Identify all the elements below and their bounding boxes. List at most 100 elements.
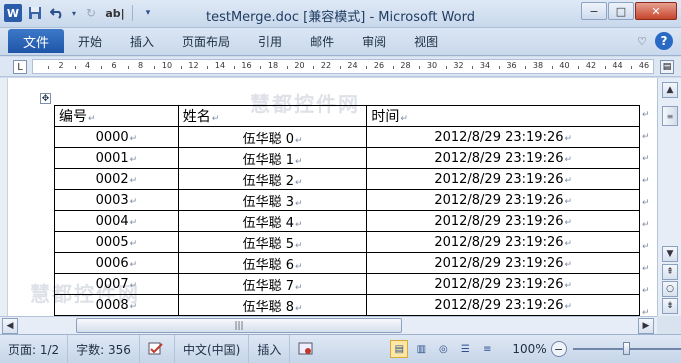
help-icon[interactable]: ? — [655, 32, 673, 50]
cell-name[interactable]: 伍华聪 1↵ — [177, 147, 368, 169]
tab-references[interactable]: 引用 — [244, 29, 296, 53]
cell-time[interactable]: 2012/8/29 23:19:26↵ — [366, 189, 640, 211]
ruler-minor-tick — [525, 66, 526, 69]
cell-id[interactable]: 0000↵ — [54, 126, 179, 148]
cell-id[interactable]: 0007↵ — [54, 273, 179, 295]
scroll-down-icon[interactable]: ▼ — [662, 246, 678, 262]
ruler-tick-label: 34 — [479, 61, 491, 70]
ruler-minor-tick — [74, 66, 76, 69]
cell-time[interactable]: 2012/8/29 23:19:26↵ — [366, 210, 640, 232]
row-end-mark: ↵ — [642, 242, 650, 252]
macro-record-icon[interactable] — [290, 335, 322, 363]
ruler-tick-label: 46 — [638, 61, 650, 70]
cell-name[interactable]: 伍华聪 6↵ — [177, 252, 368, 274]
ruler-tick-label: 26 — [373, 61, 385, 70]
ruler-minor-tick — [127, 66, 129, 69]
ruler-minor-tick — [207, 66, 208, 69]
outline-view-icon[interactable]: ☰ — [456, 340, 474, 358]
cell-end-mark: ↵ — [295, 177, 303, 188]
cell-id[interactable]: 0005↵ — [54, 231, 179, 253]
scroll-right-icon[interactable]: ▶ — [638, 318, 654, 334]
tab-insert[interactable]: 插入 — [116, 29, 168, 53]
maximize-button[interactable]: □ — [608, 2, 634, 20]
zoom-level[interactable]: 100% — [512, 342, 546, 356]
horizontal-ruler[interactable]: 2 4 6 8 10 12 14 16 18 20 22 24 26 28 30 32 34 36 38 40 42 44… — [32, 59, 654, 74]
tab-home[interactable]: 开始 — [64, 29, 116, 53]
view-buttons: ▤ ▥ ◎ ☰ ≡ — [390, 340, 496, 358]
table-move-handle-icon[interactable]: ✥ — [40, 93, 51, 104]
web-layout-icon[interactable]: ◎ — [434, 340, 452, 358]
next-page-icon[interactable]: ⇟ — [662, 298, 678, 314]
ruler-minor-tick — [101, 66, 102, 69]
status-insert-mode[interactable]: 插入 — [249, 335, 291, 363]
tab-page-layout[interactable]: 页面布局 — [168, 29, 244, 53]
header-id[interactable]: 编号↵ — [54, 105, 179, 127]
cell-name[interactable]: 伍华聪 8↵ — [177, 294, 368, 316]
zoom-slider[interactable] — [572, 342, 681, 355]
tab-review[interactable]: 审阅 — [348, 29, 400, 53]
scroll-up-icon[interactable]: ▲ — [662, 82, 678, 98]
cell-id[interactable]: 0002↵ — [54, 168, 179, 190]
tab-view[interactable]: 视图 — [400, 29, 452, 53]
ruler-tick-label: 24 — [347, 61, 358, 70]
cell-time[interactable]: 2012/8/29 23:19:26↵ — [366, 168, 640, 190]
scrollbar-corner — [657, 316, 681, 334]
cell-end-mark: ↵ — [564, 238, 573, 249]
previous-page-icon[interactable]: ⇞ — [662, 264, 678, 280]
cell-name[interactable]: 伍华聪 7↵ — [177, 273, 368, 295]
cell-time[interactable]: 2012/8/29 23:19:26↵ — [366, 231, 640, 253]
cell-time[interactable]: 2012/8/29 23:19:26↵ — [366, 147, 640, 169]
cell-end-mark: ↵ — [295, 198, 303, 209]
cell-id[interactable]: 0001↵ — [54, 147, 179, 169]
cell-name[interactable]: 伍华聪 5↵ — [177, 231, 368, 253]
status-word-count[interactable]: 字数: 356 — [68, 335, 140, 363]
cell-time[interactable]: 2012/8/29 23:19:26↵ — [366, 273, 640, 295]
cell-name[interactable]: 伍华聪 2↵ — [177, 168, 368, 190]
print-layout-view-icon[interactable]: ▤ — [390, 340, 409, 358]
cell-end-mark: ↵ — [564, 133, 573, 144]
cell-end-mark: ↵ — [564, 259, 573, 270]
zoom-slider-knob[interactable] — [622, 342, 630, 355]
browse-object-icon[interactable]: ○ — [662, 281, 678, 297]
cell-name[interactable]: 伍华聪 3↵ — [177, 189, 368, 211]
cell-id[interactable]: 0006↵ — [54, 252, 179, 274]
cell-end-mark: ↵ — [129, 133, 138, 144]
ruler-minor-tick — [260, 66, 261, 69]
scroll-left-icon[interactable]: ◀ — [2, 318, 18, 334]
full-screen-reading-icon[interactable]: ▥ — [412, 340, 430, 358]
cell-end-mark: ↵ — [129, 238, 138, 249]
view-ruler-icon[interactable]: ▤ — [660, 60, 674, 74]
horizontal-scroll-thumb[interactable]: ||| — [76, 318, 402, 333]
cell-id[interactable]: 0003↵ — [54, 189, 179, 211]
cell-time[interactable]: 2012/8/29 23:19:26↵ — [366, 252, 640, 274]
ruler-minor-tick — [551, 66, 553, 69]
cell-name[interactable]: 伍华聪 0↵ — [177, 126, 368, 148]
spelling-check-icon[interactable] — [140, 335, 175, 363]
cell-id[interactable]: 0004↵ — [54, 210, 179, 232]
horizontal-scrollbar[interactable]: ◀ ||| ▶ — [0, 316, 657, 334]
data-table: 编号↵ 姓名↵ 时间↵ 0000↵ 伍华聪 0↵ 2012/8/29 23:19:2… — [54, 105, 640, 316]
cell-id[interactable]: 0008↵ — [54, 294, 179, 316]
cell-time[interactable]: 2012/8/29 23:19:26↵ — [366, 294, 640, 316]
cell-end-mark: ↵ — [295, 219, 303, 230]
cell-name[interactable]: 伍华聪 4↵ — [177, 210, 368, 232]
minimize-ribbon-icon[interactable]: ♡ — [637, 35, 647, 48]
zoom-out-icon[interactable]: − — [550, 341, 567, 357]
header-time[interactable]: 时间↵ — [366, 105, 640, 127]
header-name[interactable]: 姓名↵ — [177, 105, 368, 127]
close-button[interactable]: ✕ — [635, 2, 677, 20]
cell-time[interactable]: 2012/8/29 23:19:26↵ — [366, 126, 640, 148]
status-language[interactable]: 中文(中国) — [175, 335, 250, 363]
vertical-scroll-thumb[interactable]: ≡ — [662, 106, 678, 126]
document-area[interactable]: 慧都控件网 慧都控件网 ✥ 编号↵ 姓名↵ 时间↵ 0000↵ 伍华聪 0↵ 201… — [0, 78, 657, 316]
draft-view-icon[interactable]: ≡ — [478, 340, 496, 358]
ruler-minor-tick — [339, 66, 341, 69]
tab-selector-button[interactable]: L — [13, 60, 27, 74]
tab-file[interactable]: 文件 — [8, 29, 64, 53]
status-page-count[interactable]: 页面: 1/2 — [0, 335, 69, 363]
minimize-button[interactable]: − — [581, 2, 607, 20]
ruler-minor-tick — [392, 66, 394, 69]
ruler-tick-label: 38 — [532, 61, 544, 70]
tab-mailings[interactable]: 邮件 — [296, 29, 348, 53]
vertical-scrollbar[interactable]: ▲ ≡ ▼ ⇞ ○ ⇟ — [657, 78, 681, 316]
